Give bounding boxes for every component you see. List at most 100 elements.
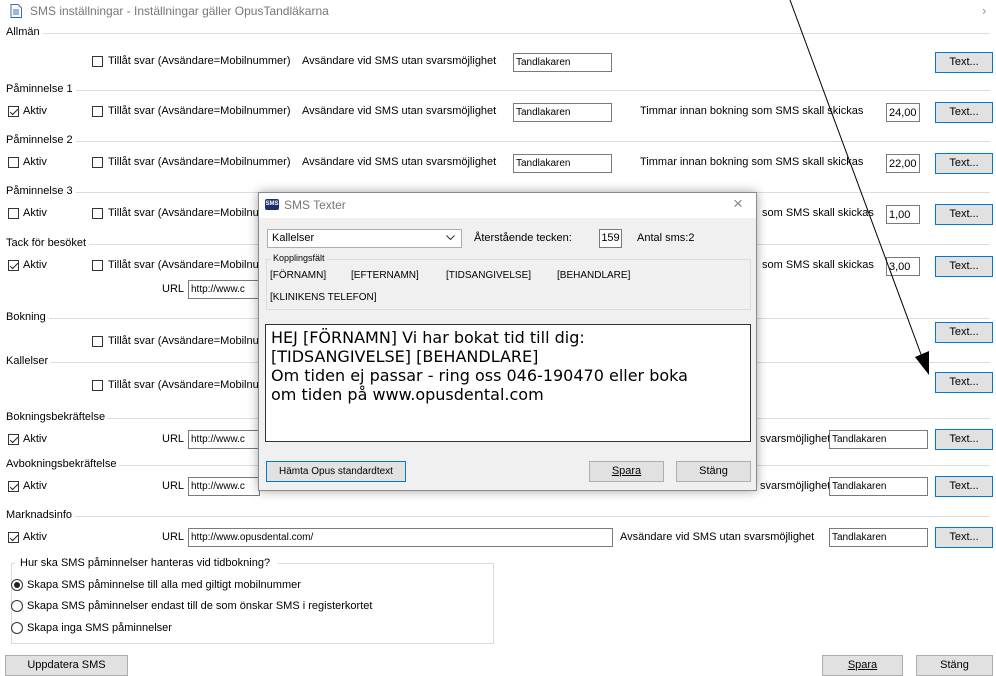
sender-input-paminnelse1[interactable]: Tandlakaren [513, 103, 612, 122]
text-button-bokningsbekraftelse[interactable]: Text... [935, 429, 993, 450]
text-button-avbokningsbekraftelse[interactable]: Text... [935, 476, 993, 497]
hours-label: som SMS skall skickas [762, 259, 874, 271]
group-title-tack: Tack för besöket [6, 237, 90, 249]
reminder-option-label: Skapa SMS påminnelse till alla med gilti… [27, 579, 301, 591]
allow-reply-label: Tillåt svar (Avsändare=Mobilnummer) [108, 55, 291, 67]
active-checkbox-paminnelse3[interactable] [8, 208, 19, 219]
reminder-option-label: Skapa inga SMS påminnelser [27, 622, 172, 634]
sender-input-bokningsbekraftelse[interactable]: Tandlakaren [829, 430, 928, 449]
allow-reply-checkbox-kallelser[interactable] [92, 380, 103, 391]
sender-label: Avsändare vid SMS utan svarsmöjlighet [302, 156, 497, 168]
text-button-tack[interactable]: Text... [935, 256, 993, 277]
text-button-bokning[interactable]: Text... [935, 322, 993, 343]
allow-reply-checkbox-paminnelse1[interactable] [92, 106, 103, 117]
text-button-paminnelse2[interactable]: Text... [935, 153, 993, 174]
url-input-tack[interactable]: http://www.c [188, 280, 260, 299]
group-title-bokning: Bokning [6, 311, 49, 323]
sender-input-marknadsinfo[interactable]: Tandlakaren [829, 528, 928, 547]
text-button-paminnelse1[interactable]: Text... [935, 102, 993, 123]
dropdown-value: Kallelser [272, 232, 315, 244]
sender-label: svarsmöjlighet [760, 480, 831, 492]
allow-reply-label: Tillåt svar (Avsändare=Mobilnu [108, 379, 259, 391]
sender-label: Avsändare vid SMS utan svarsmöjlighet [302, 55, 497, 67]
group-divider [6, 33, 990, 34]
window-title: SMS inställningar - Inställningar gäller… [30, 4, 329, 18]
active-label: Aktiv [23, 433, 47, 445]
hours-input-paminnelse1[interactable]: 24,00 [886, 103, 920, 122]
group-title-bokningsbekraftelse: Bokningsbekräftelse [6, 411, 109, 423]
url-input-avbokningsbekraftelse[interactable]: http://www.c [188, 477, 260, 496]
active-label: Aktiv [23, 259, 47, 271]
url-input-bokningsbekraftelse[interactable]: http://www.c [188, 430, 260, 449]
group-title-allman: Allmän [6, 26, 43, 38]
group-divider [11, 563, 15, 564]
hours-label: som SMS skall skickas [762, 207, 874, 219]
text-button-kallelser[interactable]: Text... [935, 372, 993, 393]
active-checkbox-paminnelse2[interactable] [8, 157, 19, 168]
group-title-paminnelse1: Påminnelse 1 [6, 83, 76, 95]
allow-reply-checkbox-paminnelse3[interactable] [92, 208, 103, 219]
save-button[interactable]: Spara [822, 655, 903, 676]
group-divider [278, 563, 494, 564]
merge-field[interactable]: [BEHANDLARE] [557, 270, 630, 281]
reminder-option-label: Skapa SMS påminnelser endast till de som… [27, 600, 373, 612]
text-button-marknadsinfo[interactable]: Text... [935, 527, 993, 548]
hours-input-paminnelse2[interactable]: 22,00 [886, 154, 920, 173]
active-checkbox-tack[interactable] [8, 260, 19, 271]
dialog-titlebar: SMS SMS Texter × [259, 193, 756, 218]
group-title-kallelser: Kallelser [6, 355, 52, 367]
sender-label: svarsmöjlighet [760, 433, 831, 445]
group-divider [6, 516, 990, 517]
allow-reply-label: Tillåt svar (Avsändare=Mobilnummer) [108, 156, 291, 168]
hours-input-paminnelse3[interactable]: 1,00 [886, 205, 920, 224]
sender-input-paminnelse2[interactable]: Tandlakaren [513, 154, 612, 173]
hours-label: Timmar innan bokning som SMS skall skick… [640, 156, 864, 168]
title-bar: SMS inställningar - Inställningar gäller… [0, 0, 996, 22]
url-label: URL [162, 531, 185, 543]
group-title-marknadsinfo: Marknadsinfo [6, 509, 76, 521]
dialog-save-button[interactable]: Spara [589, 461, 664, 482]
message-type-dropdown[interactable]: Kallelser [267, 229, 462, 248]
text-button-paminnelse3[interactable]: Text... [935, 204, 993, 225]
allow-reply-checkbox-allman[interactable] [92, 56, 103, 67]
reminder-option-radio[interactable] [11, 600, 23, 612]
sender-label: Avsändare vid SMS utan svarsmöjlighet [302, 105, 497, 117]
dialog-close-button[interactable]: Stäng [676, 461, 751, 482]
allow-reply-checkbox-bokning[interactable] [92, 336, 103, 347]
merge-field[interactable]: [EFTERNAMN] [351, 270, 419, 281]
reminder-handling-question: Hur ska SMS påminnelser hanteras vid tid… [20, 557, 271, 569]
active-checkbox-bokningsbekraftelse[interactable] [8, 434, 19, 445]
text-button-allman[interactable]: Text... [935, 52, 993, 73]
allow-reply-label: Tillåt svar (Avsändare=Mobilnu [108, 207, 259, 219]
group-title-avbokningsbekraftelse: Avbokningsbekräftelse [6, 458, 120, 470]
merge-field[interactable]: [KLINIKENS TELEFON] [270, 292, 377, 303]
message-textarea[interactable]: HEJ [FÖRNAMN] Vi har bokat tid till dig:… [265, 324, 751, 442]
chevron-down-icon [446, 235, 455, 241]
fetch-standard-text-button[interactable]: Hämta Opus standardtext [266, 461, 406, 482]
hours-input-tack[interactable]: 3,00 [886, 257, 920, 276]
reminder-option-radio[interactable] [11, 622, 23, 634]
group-divider [6, 141, 990, 142]
close-button[interactable]: Stäng [916, 655, 993, 676]
merge-field[interactable]: [FÖRNAMN] [270, 270, 326, 281]
active-checkbox-marknadsinfo[interactable] [8, 532, 19, 543]
allow-reply-checkbox-paminnelse2[interactable] [92, 157, 103, 168]
group-title-paminnelse3: Påminnelse 3 [6, 185, 76, 197]
active-checkbox-paminnelse1[interactable] [8, 106, 19, 117]
close-icon[interactable]: × [733, 194, 743, 214]
merge-field[interactable]: [TIDSANGIVELSE] [446, 270, 531, 281]
reminder-option-radio[interactable] [11, 579, 23, 591]
sender-label: Avsändare vid SMS utan svarsmöjlighet [620, 531, 815, 543]
sender-input-allman[interactable]: Tandlakaren [513, 53, 612, 72]
allow-reply-checkbox-tack[interactable] [92, 260, 103, 271]
chevron-right-icon[interactable]: › [982, 3, 986, 18]
url-label: URL [162, 283, 185, 295]
url-input-marknadsinfo[interactable]: http://www.opusdental.com/ [188, 528, 613, 547]
update-sms-button[interactable]: Uppdatera SMS [5, 655, 128, 676]
url-label: URL [162, 433, 185, 445]
group-title-paminnelse2: Påminnelse 2 [6, 134, 76, 146]
active-checkbox-avbokningsbekraftelse[interactable] [8, 481, 19, 492]
sender-input-avbokningsbekraftelse[interactable]: Tandlakaren [829, 477, 928, 496]
document-icon [10, 4, 22, 18]
dialog-title: SMS Texter [284, 198, 346, 212]
